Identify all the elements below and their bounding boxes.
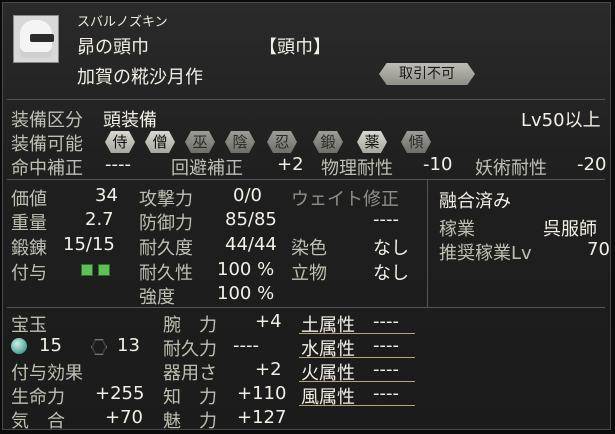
trade-value: 呉服師 bbox=[543, 219, 597, 240]
divider bbox=[299, 357, 415, 358]
int-label: 知 力 bbox=[163, 387, 217, 408]
element-wind-value: ---- bbox=[373, 383, 399, 404]
price-value: 34 bbox=[95, 185, 118, 206]
trade-restricted-badge: 取引不可 bbox=[379, 63, 475, 85]
spirit-value: +70 bbox=[105, 407, 143, 428]
stamina-label: 耐久力 bbox=[163, 339, 217, 360]
slot-value: 頭装備 bbox=[103, 110, 157, 131]
weight-mod-label: ウェイト修正 bbox=[291, 189, 399, 210]
weight-label: 重量 bbox=[11, 213, 47, 234]
arm-value: +4 bbox=[255, 311, 282, 332]
attack-label: 攻撃力 bbox=[139, 189, 193, 210]
divider bbox=[7, 307, 605, 308]
dye-label: 染色 bbox=[291, 238, 327, 259]
magic-resist-label: 妖術耐性 bbox=[475, 158, 547, 179]
dye-value: なし bbox=[373, 238, 409, 259]
evade-label: 回避補正 bbox=[171, 158, 243, 179]
level-requirement: Lv50以上 bbox=[521, 110, 601, 131]
durability-label: 耐久性 bbox=[139, 263, 193, 284]
item-maker: 加賀の糀沙月作 bbox=[77, 67, 203, 88]
divider bbox=[299, 381, 415, 382]
role-badge-monk: 僧 bbox=[145, 131, 175, 153]
life-value: +255 bbox=[95, 383, 145, 404]
durability-cur-value: 44/44 bbox=[225, 234, 277, 255]
round-gem-count: 15 bbox=[39, 335, 62, 356]
hit-label: 命中補正 bbox=[11, 158, 83, 179]
phys-resist-value: -10 bbox=[423, 154, 453, 175]
int-value: +110 bbox=[237, 383, 287, 404]
round-gem-icon bbox=[11, 338, 27, 354]
defense-value: 85/85 bbox=[225, 209, 277, 230]
recommended-level-label: 推奨稼業Lv bbox=[439, 243, 532, 264]
role-badge-onmyo: 陰 bbox=[225, 131, 255, 153]
durability-cur-label: 耐久度 bbox=[139, 238, 193, 259]
weight-value: 2.7 bbox=[85, 209, 114, 230]
grant-label: 付与 bbox=[11, 263, 47, 284]
divider bbox=[7, 99, 605, 100]
arm-label: 腕 力 bbox=[163, 315, 217, 336]
item-name: 昴の頭巾 bbox=[77, 37, 149, 58]
divider bbox=[7, 179, 605, 180]
role-badge-medic: 薬 bbox=[357, 131, 387, 153]
divider bbox=[299, 405, 415, 406]
grant-slot-indicator bbox=[81, 264, 93, 276]
stamina-value: ---- bbox=[233, 335, 259, 356]
divider bbox=[299, 333, 415, 334]
gems-label: 宝玉 bbox=[11, 315, 47, 336]
element-fire-value: ---- bbox=[373, 359, 399, 380]
durability-value: 100 % bbox=[217, 259, 275, 280]
role-badge-kabuki: 傾 bbox=[401, 131, 431, 153]
divider bbox=[427, 179, 428, 307]
role-badge-samurai: 侍 bbox=[105, 131, 135, 153]
element-water-value: ---- bbox=[373, 335, 399, 356]
slot-label: 装備区分 bbox=[11, 110, 83, 131]
price-label: 価値 bbox=[11, 189, 47, 210]
defense-label: 防御力 bbox=[139, 213, 193, 234]
hood-icon bbox=[20, 20, 54, 58]
forge-label: 鍛錬 bbox=[11, 238, 47, 259]
recommended-level-value: 70 bbox=[587, 239, 610, 260]
attack-value: 0/0 bbox=[233, 185, 262, 206]
dex-label: 器用さ bbox=[163, 363, 217, 384]
weight-mod-value: ---- bbox=[373, 209, 399, 230]
item-tooltip: スバルノズキン 昴の頭巾 【頭巾】 加賀の糀沙月作 取引不可 装備区分 頭装備 … bbox=[2, 2, 611, 432]
hex-gem-count: 13 bbox=[117, 335, 140, 356]
item-type: 【頭巾】 bbox=[259, 37, 331, 58]
strength-value: 100 % bbox=[217, 283, 275, 304]
standing-value: なし bbox=[373, 263, 409, 284]
role-badge-ninja: 忍 bbox=[267, 131, 297, 153]
phys-resist-label: 物理耐性 bbox=[321, 158, 393, 179]
cha-value: +127 bbox=[237, 407, 287, 428]
dex-value: +2 bbox=[255, 359, 282, 380]
roles-label: 装備可能 bbox=[11, 134, 83, 155]
hex-gem-icon bbox=[91, 339, 107, 355]
strength-label: 強度 bbox=[139, 287, 175, 308]
role-badge-miko: 巫 bbox=[185, 131, 215, 153]
item-reading: スバルノズキン bbox=[77, 15, 168, 30]
element-earth-value: ---- bbox=[373, 311, 399, 332]
magic-resist-value: -20 bbox=[577, 154, 607, 175]
life-label: 生命力 bbox=[11, 387, 65, 408]
role-badge-smith: 鍛 bbox=[313, 131, 343, 153]
cha-label: 魅 力 bbox=[163, 411, 217, 432]
trade-label: 稼業 bbox=[439, 219, 475, 240]
hit-value: ---- bbox=[105, 154, 131, 175]
evade-value: +2 bbox=[277, 154, 304, 175]
forge-value: 15/15 bbox=[63, 234, 115, 255]
spirit-label: 気 合 bbox=[11, 411, 65, 432]
item-icon bbox=[13, 15, 59, 63]
standing-label: 立物 bbox=[291, 263, 327, 284]
effects-label: 付与効果 bbox=[11, 363, 83, 384]
fusion-title: 融合済み bbox=[439, 191, 511, 212]
grant-slot-indicator bbox=[98, 264, 110, 276]
